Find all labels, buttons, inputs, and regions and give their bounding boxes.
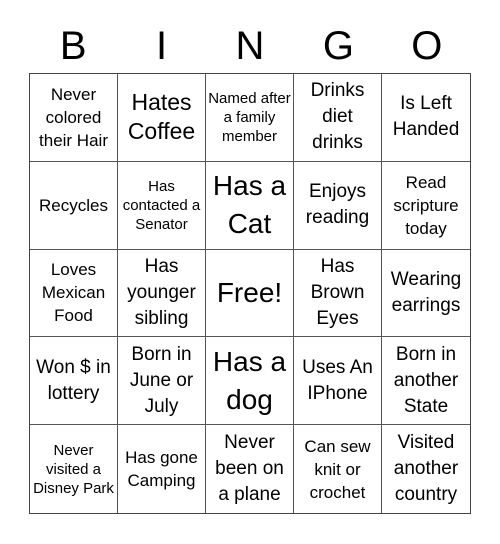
bingo-cell[interactable]: Named after a family member bbox=[206, 74, 294, 162]
cell-text: Visited another country bbox=[393, 432, 459, 506]
cell-text: Read scripture today bbox=[393, 172, 459, 238]
bingo-cell[interactable]: Drinks diet drinks bbox=[294, 74, 382, 162]
cell-text: Never been on a plane bbox=[215, 432, 284, 506]
free-space-cell[interactable]: Free! bbox=[206, 249, 294, 338]
cell-text: Uses An IPhone bbox=[302, 356, 373, 404]
cell-text: Recycles bbox=[39, 195, 108, 215]
bingo-grid: Never colored their Hair Hates Coffee Na… bbox=[29, 73, 471, 514]
bingo-cell[interactable]: Read scripture today bbox=[382, 162, 470, 250]
cell-text: Born in another State bbox=[393, 343, 459, 417]
bingo-cell[interactable]: Can sew knit or crochet bbox=[294, 425, 382, 513]
bingo-cell[interactable]: Has a Cat bbox=[206, 161, 294, 250]
bingo-cell[interactable]: Loves Mexican Food bbox=[30, 249, 118, 338]
cell-text: Has gone Camping bbox=[125, 448, 198, 491]
cell-text: Born in June or July bbox=[129, 343, 194, 417]
header-letter-b: B bbox=[59, 24, 87, 68]
bingo-cell[interactable]: Born in June or July bbox=[118, 337, 206, 426]
cell-text: Has younger sibling bbox=[127, 255, 196, 329]
header-letter-n: N bbox=[235, 24, 265, 68]
bingo-cell[interactable]: Enjoys reading bbox=[294, 161, 382, 250]
header-letter-i: I bbox=[156, 24, 168, 68]
cell-text: Loves Mexican Food bbox=[41, 260, 106, 326]
cell-text: Named after a family member bbox=[208, 89, 291, 145]
header-letter-g: G bbox=[322, 24, 354, 68]
cell-text: Has a dog bbox=[212, 345, 287, 415]
bingo-cell[interactable]: Never colored their Hair bbox=[30, 74, 118, 162]
header-letter-o: O bbox=[411, 24, 443, 68]
cell-text: Won $ in lottery bbox=[36, 356, 111, 404]
bingo-cell[interactable]: Born in another State bbox=[382, 337, 470, 426]
cell-text: Hates Coffee bbox=[127, 89, 196, 145]
bingo-cell[interactable]: Has gone Camping bbox=[118, 425, 206, 513]
bingo-cell[interactable]: Never been on a plane bbox=[206, 425, 294, 513]
cell-text: Has Brown Eyes bbox=[310, 255, 365, 329]
bingo-cell[interactable]: Has a dog bbox=[206, 337, 294, 426]
cell-text: Has a Cat bbox=[212, 170, 287, 240]
bingo-cell[interactable]: Has younger sibling bbox=[118, 249, 206, 338]
bingo-cell[interactable]: Recycles bbox=[30, 161, 118, 250]
bingo-cell[interactable]: Visited another country bbox=[382, 425, 470, 513]
cell-text: Enjoys reading bbox=[305, 181, 370, 229]
cell-text: Has contacted a Senator bbox=[122, 177, 201, 233]
bingo-cell[interactable]: Hates Coffee bbox=[118, 74, 206, 162]
bingo-header: B I N G O bbox=[29, 20, 471, 72]
bingo-cell[interactable]: Is Left Handed bbox=[382, 74, 470, 162]
cell-text: Free! bbox=[216, 276, 283, 308]
cell-text: Never colored their Hair bbox=[39, 84, 108, 150]
bingo-cell[interactable]: Uses An IPhone bbox=[294, 337, 382, 426]
bingo-cell[interactable]: Won $ in lottery bbox=[30, 337, 118, 426]
cell-text: Drinks diet drinks bbox=[310, 80, 365, 154]
bingo-cell[interactable]: Has Brown Eyes bbox=[294, 249, 382, 338]
cell-text: Never visited a Disney Park bbox=[33, 441, 114, 497]
bingo-cell[interactable]: Has contacted a Senator bbox=[118, 161, 206, 250]
cell-text: Can sew knit or crochet bbox=[304, 436, 371, 502]
bingo-cell[interactable]: Wearing earrings bbox=[382, 250, 470, 338]
cell-text: Wearing earrings bbox=[390, 268, 462, 316]
cell-text: Is Left Handed bbox=[392, 93, 460, 141]
bingo-cell[interactable]: Never visited a Disney Park bbox=[30, 425, 118, 513]
